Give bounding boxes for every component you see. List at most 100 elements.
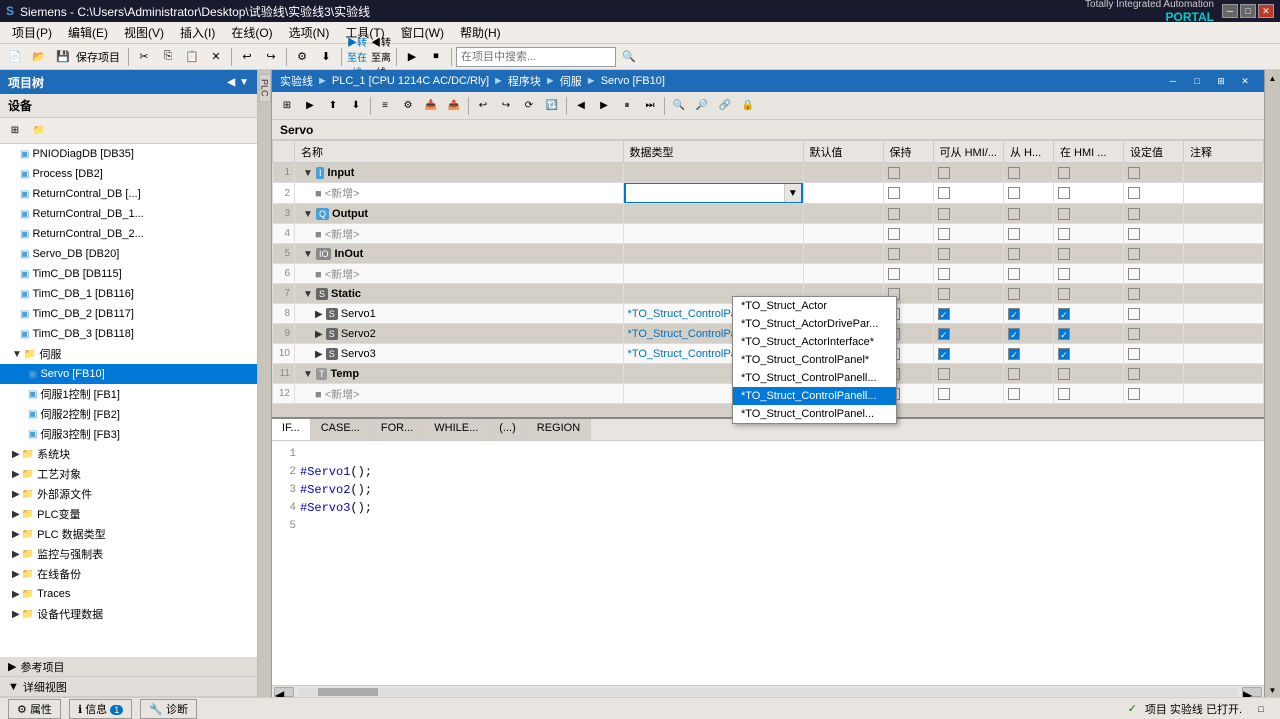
right-bottom-btn[interactable]: ▼ [1267, 684, 1279, 697]
tree-item-returncontral3[interactable]: ▣ReturnContral_DB_2... [0, 224, 257, 244]
bc-progblock[interactable]: 程序块 [508, 73, 541, 89]
plc-tab[interactable]: PLC [259, 74, 271, 102]
close-button[interactable]: ✕ [1258, 4, 1274, 18]
tree-item-servo1ctrl[interactable]: ▣伺服1控制 [FB1] [0, 384, 257, 404]
search-input[interactable] [456, 47, 616, 67]
tree-item-returncontral1[interactable]: ▣ReturnContral_DB [...] [0, 184, 257, 204]
code-editor[interactable]: 1 2 3 4 5 #Servo1(); #Servo2(); #Servo3(… [272, 441, 1264, 685]
tree-item-monitor[interactable]: ▶📁监控与强制表 [0, 544, 257, 564]
collapse-ref[interactable]: ▶参考项目 [0, 657, 257, 677]
menu-online[interactable]: 在线(O) [223, 22, 280, 43]
sv-btn13[interactable]: ◀ [570, 95, 592, 117]
info-btn[interactable]: ℹ 信息 1 [69, 699, 132, 719]
scroll-thumb[interactable] [318, 688, 378, 696]
sv-btn11[interactable]: ⟳ [518, 95, 540, 117]
menu-options[interactable]: 选项(N) [281, 22, 338, 43]
paste-button[interactable]: 📋 [181, 46, 203, 68]
sv-btn19[interactable]: 🔗 [714, 95, 736, 117]
dtype-edit-input[interactable] [626, 184, 785, 202]
bc-restore-btn[interactable]: □ [1186, 70, 1208, 92]
maximize-button[interactable]: □ [1240, 4, 1256, 18]
code-tab-for[interactable]: FOR... [371, 419, 424, 440]
table-row[interactable]: 3 ▼ Q Output [273, 204, 1264, 224]
menu-view[interactable]: 视图(V) [116, 22, 172, 43]
tree-item-deviceproxy[interactable]: ▶📁设备代理数据 [0, 604, 257, 624]
panel-folder-btn[interactable]: 📁 [28, 120, 50, 142]
dd-item-6[interactable]: *TO_Struct_ControlPanell... [733, 387, 896, 405]
right-top-btn[interactable]: ▲ [1267, 72, 1279, 85]
sv-btn7[interactable]: 📥 [420, 95, 442, 117]
table-row[interactable]: 1 ▼ I Input [273, 163, 1264, 183]
collapse-detail[interactable]: ▼详细视图 [0, 677, 257, 697]
sv-btn12[interactable]: 🔃 [541, 95, 563, 117]
open-button[interactable]: 📂 [28, 46, 50, 68]
table-row[interactable]: 4 ■ <新增> [273, 224, 1264, 244]
redo-button[interactable]: ↪ [260, 46, 282, 68]
dd-item-2[interactable]: *TO_Struct_ActorDrivePar... [733, 315, 896, 333]
tree-item-servo3ctrl[interactable]: ▣伺服3控制 [FB3] [0, 424, 257, 444]
download-button[interactable]: ⬇ [315, 46, 337, 68]
sv-btn15[interactable]: ⏸ [616, 95, 638, 117]
dd-item-3[interactable]: *TO_Struct_ActorInterface* [733, 333, 896, 351]
code-tab-case[interactable]: CASE... [311, 419, 371, 440]
code-tab-if[interactable]: IF... [272, 419, 311, 440]
bc-plc[interactable]: PLC_1 [CPU 1214C AC/DC/Rly] [332, 75, 489, 87]
tree-item-timc1[interactable]: ▣TimC_DB [DB115] [0, 264, 257, 284]
menu-project[interactable]: 项目(P) [4, 22, 60, 43]
dd-item-1[interactable]: *TO_Struct_Actor [733, 297, 896, 315]
bc-servo-folder[interactable]: 伺服 [560, 73, 582, 89]
code-tab-region[interactable]: REGION [527, 419, 591, 440]
stop-sim-button[interactable]: ⏹ [425, 46, 447, 68]
scroll-track[interactable] [298, 688, 1238, 696]
sv-btn17[interactable]: 🔍 [668, 95, 690, 117]
sv-btn10[interactable]: ↪ [495, 95, 517, 117]
tree-item-backup[interactable]: ▶📁在线备份 [0, 564, 257, 584]
sv-btn3[interactable]: ⬆ [322, 95, 344, 117]
tree-item-external[interactable]: ▶📁外部源文件 [0, 484, 257, 504]
tree-item-process[interactable]: ▣Process [DB2] [0, 164, 257, 184]
sv-btn20[interactable]: 🔒 [737, 95, 759, 117]
status-max-btn[interactable]: □ [1250, 698, 1272, 719]
search-button[interactable]: 🔍 [618, 46, 640, 68]
save-button[interactable]: 💾 [52, 46, 74, 68]
dd-item-5[interactable]: *TO_Struct_ControlPanell... [733, 369, 896, 387]
sv-btn14[interactable]: ▶ [593, 95, 615, 117]
tree-item-tech[interactable]: ▶📁工艺对象 [0, 464, 257, 484]
tree-item-timc4[interactable]: ▣TimC_DB_3 [DB118] [0, 324, 257, 344]
sv-btn9[interactable]: ↩ [472, 95, 494, 117]
panel-add-btn[interactable]: ⊞ [4, 120, 26, 142]
code-hscrollbar[interactable]: ◀ ▶ [272, 685, 1264, 697]
bc-root[interactable]: 实验线 [280, 73, 313, 89]
sv-btn18[interactable]: 🔎 [691, 95, 713, 117]
bc-servo-fb10[interactable]: Servo [FB10] [601, 75, 665, 87]
new-button[interactable]: 📄 [4, 46, 26, 68]
properties-btn[interactable]: ⚙ 属性 [8, 699, 61, 719]
bc-minimize-btn[interactable]: ─ [1162, 70, 1184, 92]
panel-options-btn[interactable]: ▼ [239, 77, 249, 88]
tree-item-pniodb[interactable]: ▣PNIODiagDB [DB35] [0, 144, 257, 164]
tree-item-servo2ctrl[interactable]: ▣伺服2控制 [FB2] [0, 404, 257, 424]
tree-item-sysblk[interactable]: ▶📁系统块 [0, 444, 257, 464]
minimize-button[interactable]: ─ [1222, 4, 1238, 18]
compile-button[interactable]: ⚙ [291, 46, 313, 68]
diagnostics-btn[interactable]: 🔧 诊断 [140, 699, 197, 719]
table-row[interactable]: 6 ■ <新增> [273, 264, 1264, 284]
table-row[interactable]: 2 ■ <新增> ▼ [273, 183, 1264, 204]
scroll-right-btn[interactable]: ▶ [1242, 687, 1262, 697]
menu-edit[interactable]: 编辑(E) [60, 22, 116, 43]
tree-item-traces[interactable]: ▶📁Traces [0, 584, 257, 604]
sv-btn4[interactable]: ⬇ [345, 95, 367, 117]
bc-maximize-btn[interactable]: ⊞ [1210, 70, 1232, 92]
tree-item-timc3[interactable]: ▣TimC_DB_2 [DB117] [0, 304, 257, 324]
start-sim-button[interactable]: ▶ [401, 46, 423, 68]
go-offline-button[interactable]: ◀转至离线 [370, 46, 392, 68]
table-row[interactable]: 5 ▼ IO InOut [273, 244, 1264, 264]
delete-button[interactable]: ✕ [205, 46, 227, 68]
tree-item-timc2[interactable]: ▣TimC_DB_1 [DB116] [0, 284, 257, 304]
tree-item-plctype[interactable]: ▶📁PLC 数据类型 [0, 524, 257, 544]
sv-btn8[interactable]: 📤 [443, 95, 465, 117]
tree-item-returncontral2[interactable]: ▣ReturnContral_DB_1... [0, 204, 257, 224]
bc-close-btn[interactable]: ✕ [1234, 70, 1256, 92]
sv-btn6[interactable]: ⚙ [397, 95, 419, 117]
dtype-dropdown-btn[interactable]: ▼ [784, 184, 800, 202]
